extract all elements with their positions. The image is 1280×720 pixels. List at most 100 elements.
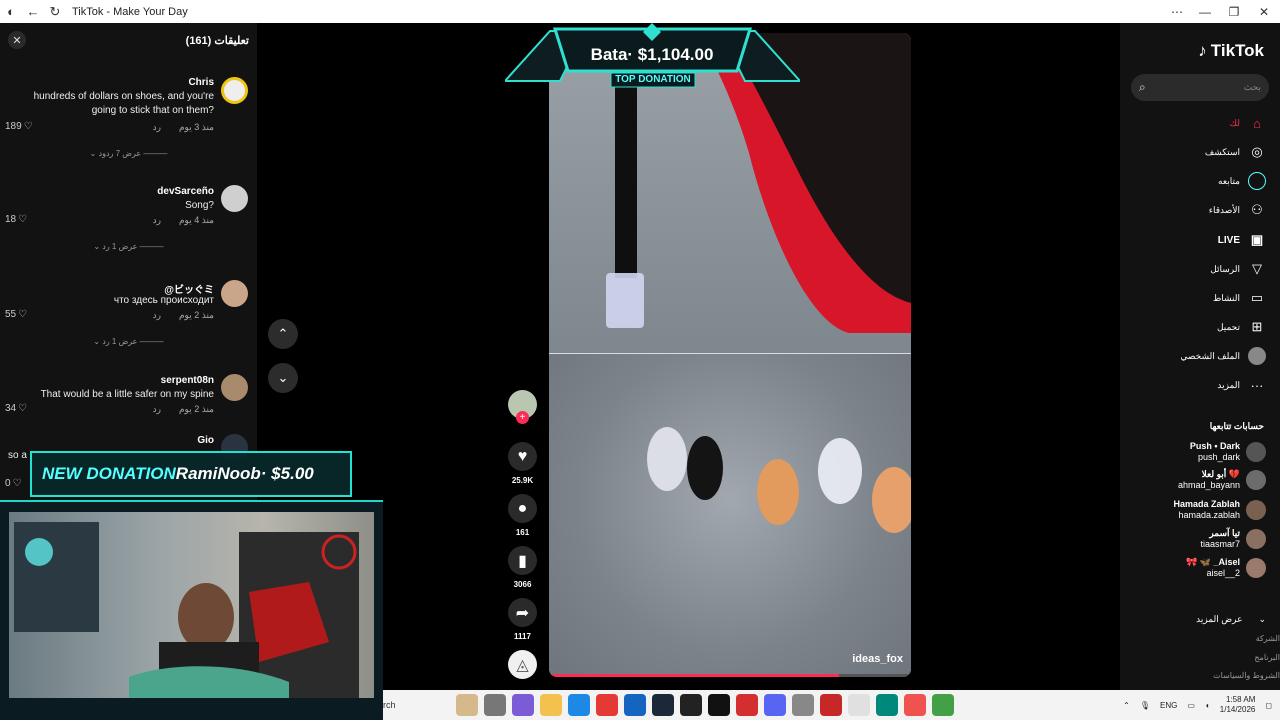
store-icon[interactable]: [596, 694, 618, 716]
steam-icon[interactable]: [652, 694, 674, 716]
nav-item-following[interactable]: متابعه: [1218, 171, 1266, 191]
taskbar-search[interactable]: rch: [383, 700, 453, 710]
back-icon[interactable]: ←: [22, 0, 44, 23]
like-comment[interactable]: 34 ♡: [5, 403, 27, 414]
app-icon[interactable]: [932, 694, 954, 716]
heart-outline-icon[interactable]: ♡: [24, 121, 33, 132]
view-replies[interactable]: ⌄ عرض 7 ردود ———: [0, 149, 257, 158]
video-progress[interactable]: [549, 674, 911, 677]
edge-icon[interactable]: [568, 694, 590, 716]
account-item[interactable]: Hamada Zablah hamada.zablah: [1173, 499, 1266, 521]
account-item[interactable]: تيا آسمر tiaasmar7: [1200, 528, 1266, 550]
maximize-button[interactable]: ❐: [1219, 0, 1249, 23]
heart-outline-icon[interactable]: ♡: [18, 309, 27, 320]
footer-link-terms[interactable]: الشروط والسياسات: [1213, 671, 1280, 680]
game-icon[interactable]: [876, 694, 898, 716]
widget-icon[interactable]: [456, 694, 478, 716]
reply-link[interactable]: رد: [153, 310, 161, 321]
see-more-button[interactable]: عرض المزيد ⌄: [1196, 614, 1266, 625]
tiktok-logo[interactable]: ♪ TikTok: [1198, 41, 1264, 61]
reply-link[interactable]: رد: [153, 122, 161, 133]
outlook-icon[interactable]: [624, 694, 646, 716]
search-icon[interactable]: ⌕: [1139, 80, 1146, 95]
comment-button[interactable]: ● 161: [507, 494, 538, 537]
next-video-button[interactable]: ⌄: [268, 363, 298, 393]
view-replies[interactable]: ⌄ عرض 1 رد ———: [0, 337, 257, 346]
comment-user[interactable]: Chris: [188, 77, 214, 88]
music-disc-icon[interactable]: ◬: [508, 650, 537, 679]
nav-item-profile[interactable]: الملف الشخصي: [1180, 346, 1266, 366]
microphone-icon[interactable]: 🎙: [1140, 701, 1150, 710]
discord-icon[interactable]: [764, 694, 786, 716]
heart-outline-icon[interactable]: ♡: [13, 478, 22, 489]
like-comment[interactable]: 189 ♡: [5, 121, 33, 132]
share-button[interactable]: ➦ 1117: [507, 598, 538, 641]
chatgpt-icon[interactable]: [792, 694, 814, 716]
video-author[interactable]: ideas_fox: [852, 653, 903, 665]
chevron-down-icon: ⌄: [93, 242, 101, 251]
nav-item-explore[interactable]: استكشف ◎: [1205, 142, 1266, 162]
comment-user[interactable]: serpent08n: [161, 375, 214, 386]
chevron-up-icon[interactable]: ⌃: [1123, 701, 1130, 710]
close-comments-button[interactable]: ✕: [8, 31, 26, 49]
close-window-button[interactable]: ✕: [1249, 0, 1279, 23]
reply-link[interactable]: رد: [153, 215, 161, 226]
minimize-button[interactable]: —: [1190, 0, 1220, 23]
nav-item-activity[interactable]: النشاط ▭: [1213, 288, 1266, 308]
comment-user[interactable]: Gio: [197, 435, 214, 446]
avatar[interactable]: [221, 77, 248, 104]
creator-avatar-button[interactable]: +: [507, 390, 538, 424]
save-button[interactable]: ▮ 3066: [507, 546, 538, 589]
heart-icon[interactable]: ♥: [508, 442, 537, 471]
heart-outline-icon[interactable]: ♡: [18, 403, 27, 414]
music-disc-button[interactable]: ◬: [507, 650, 538, 679]
youtube-icon[interactable]: [820, 694, 842, 716]
nav-item-messages[interactable]: الرسائل ▽: [1210, 259, 1266, 279]
profile-icon: [1248, 347, 1266, 365]
tf-icon[interactable]: [904, 694, 926, 716]
nav-item-upload[interactable]: تحميل ⊞: [1217, 317, 1266, 337]
account-item[interactable]: 🎀 🦋 _Aisel aisel__2: [1186, 557, 1266, 579]
volume-icon[interactable]: ◖: [1205, 701, 1210, 710]
nav-item-foryou[interactable]: لك ⌂: [1230, 113, 1266, 133]
like-comment[interactable]: 55 ♡: [5, 309, 27, 320]
file-explorer-icon[interactable]: [540, 694, 562, 716]
search-input[interactable]: ⌕ بحث: [1131, 74, 1269, 101]
nav-item-friends[interactable]: الأصدقاء ⚇: [1209, 200, 1266, 220]
follow-plus-icon[interactable]: +: [516, 411, 529, 424]
opera-icon[interactable]: [736, 694, 758, 716]
copilot-icon[interactable]: [512, 694, 534, 716]
account-item[interactable]: أبو لعلا 💔 ahmad_bayann: [1178, 469, 1266, 491]
language-indicator[interactable]: ENG: [1160, 701, 1177, 710]
nav-item-more[interactable]: المزيد ···: [1217, 375, 1266, 395]
heel-caps-image: [647, 427, 911, 533]
avatar[interactable]: [221, 185, 248, 212]
like-button[interactable]: ♥ 25.9K: [507, 442, 538, 485]
comment-icon[interactable]: ●: [508, 494, 537, 523]
comment-user[interactable]: devSarceño: [157, 186, 214, 197]
share-icon[interactable]: ➦: [508, 598, 537, 627]
refresh-icon[interactable]: ↻: [44, 0, 66, 23]
notifications-icon[interactable]: ◻: [1265, 701, 1272, 710]
bookmark-icon[interactable]: ▮: [508, 546, 537, 575]
network-icon[interactable]: ▭: [1187, 701, 1195, 710]
menu-icon[interactable]: ⋯: [1162, 0, 1192, 23]
task-view-icon[interactable]: [484, 694, 506, 716]
footer-link-company[interactable]: الشركة: [1256, 634, 1280, 643]
footer-link-program[interactable]: البرنامج: [1254, 653, 1280, 662]
reply-link[interactable]: رد: [153, 404, 161, 415]
mail-icon[interactable]: [848, 694, 870, 716]
account-item[interactable]: Push • Dark push_dark: [1190, 441, 1266, 463]
avatar[interactable]: [221, 374, 248, 401]
4k-icon[interactable]: [680, 694, 702, 716]
video-player[interactable]: ideas_fox: [549, 33, 911, 677]
clock[interactable]: 1:58 AM 1/14/2026: [1220, 695, 1256, 715]
like-comment[interactable]: 0 ♡: [5, 478, 22, 489]
nav-item-live[interactable]: LIVE ▣: [1218, 230, 1266, 250]
tiktok-icon[interactable]: [708, 694, 730, 716]
like-comment[interactable]: 18 ♡: [5, 214, 27, 225]
avatar[interactable]: [221, 280, 248, 307]
view-replies[interactable]: ⌄ عرض 1 رد ———: [0, 242, 257, 251]
previous-video-button[interactable]: ⌃: [268, 319, 298, 349]
heart-outline-icon[interactable]: ♡: [18, 214, 27, 225]
